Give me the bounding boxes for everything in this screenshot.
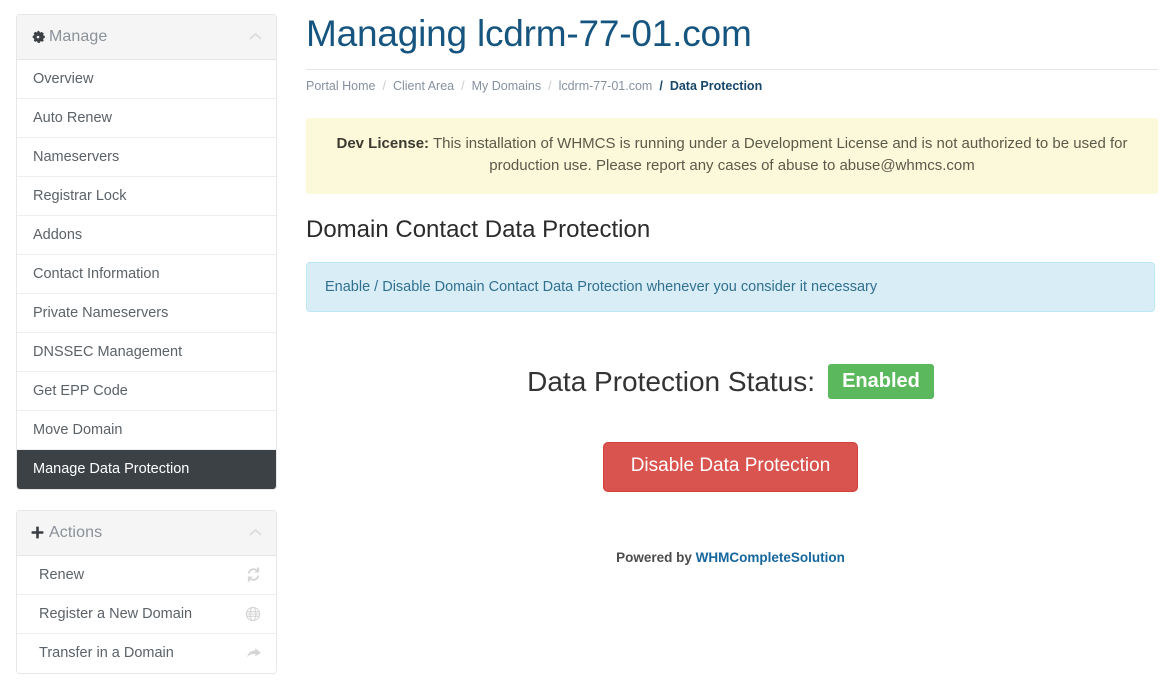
status-line: Data Protection Status: Enabled <box>306 364 1155 400</box>
share-arrow-icon <box>244 644 262 662</box>
sidebar-item-label: Auto Renew <box>33 109 112 126</box>
action-item-label: Transfer in a Domain <box>39 645 174 661</box>
action-item-renew[interactable]: Renew <box>17 556 276 595</box>
disable-data-protection-button[interactable]: Disable Data Protection <box>602 442 859 493</box>
dev-license-prefix: Dev License: <box>336 134 430 152</box>
breadcrumb: Portal Home / Client Area / My Domains / lcdrm… <box>306 70 1158 93</box>
sidebar: Manage Overview Auto Renew Nameservers Regi… <box>16 14 277 692</box>
refresh-icon <box>244 566 262 584</box>
whmcs-domain-management-page: Manage Overview Auto Renew Nameservers Regi… <box>0 0 1170 692</box>
sidebar-item-move-domain[interactable]: Move Domain <box>17 411 276 450</box>
breadcrumb-separator: / <box>382 78 386 93</box>
breadcrumb-item: / My Domains <box>454 79 541 93</box>
action-button-row: Disable Data Protection <box>306 442 1155 493</box>
sidebar-item-label: Contact Information <box>33 265 160 282</box>
sidebar-item-dnssec-management[interactable]: DNSSEC Management <box>17 333 276 372</box>
sidebar-item-label: Registrar Lock <box>33 187 127 204</box>
sidebar-item-label: Nameservers <box>33 148 120 165</box>
section-title: Domain Contact Data Protection <box>306 215 651 243</box>
footer-powered-by: Powered by <box>616 550 696 566</box>
gear-icon <box>31 30 49 44</box>
actions-menu-list: Renew Register a New Domain Transfer in a … <box>17 556 276 673</box>
breadcrumb-link[interactable]: lcdrm-77-01.com <box>559 79 653 93</box>
sidebar-item-label: Private Nameservers <box>33 304 169 321</box>
breadcrumb-item: Portal Home <box>306 79 375 93</box>
action-item-label: Renew <box>39 566 85 583</box>
chevron-up-icon[interactable] <box>248 526 262 540</box>
sidebar-item-label: Get EPP Code <box>33 382 128 399</box>
sidebar-item-manage-data-protection[interactable]: Manage Data Protection <box>17 450 276 489</box>
sidebar-item-nameservers[interactable]: Nameservers <box>17 138 276 177</box>
sidebar-item-label: Addons <box>33 226 83 243</box>
plus-icon <box>31 526 49 539</box>
manage-panel-header[interactable]: Manage <box>17 15 276 60</box>
sidebar-item-registrar-lock[interactable]: Registrar Lock <box>17 177 276 216</box>
actions-panel-header[interactable]: Actions <box>17 511 276 556</box>
dev-license-alert: Dev License: This installation of WHMCS … <box>306 117 1158 194</box>
actions-panel: Actions Renew Register a New Domain Transf… <box>16 510 277 674</box>
main-content: Managing lcdrm-77-01.com Portal Home / Cli… <box>306 0 1158 565</box>
breadcrumb-link[interactable]: Portal Home <box>306 79 375 93</box>
status-block: Data Protection Status: Enabled <box>306 364 1155 400</box>
breadcrumb-link[interactable]: My Domains <box>472 79 541 93</box>
footer: Powered by WHMCompleteSolution <box>306 550 1155 565</box>
info-alert-text: Enable / Disable Domain Contact Data Pro… <box>325 279 878 296</box>
chevron-up-icon[interactable] <box>248 30 262 44</box>
sidebar-item-auto-renew[interactable]: Auto Renew <box>17 99 276 138</box>
sidebar-item-label: DNSSEC Management <box>33 343 183 360</box>
sidebar-item-get-epp-code[interactable]: Get EPP Code <box>17 372 276 411</box>
breadcrumb-item: / Data Protection <box>652 79 762 93</box>
sidebar-item-label: Manage Data Protection <box>33 461 190 477</box>
info-alert: Enable / Disable Domain Contact Data Pro… <box>306 262 1155 313</box>
status-badge: Enabled <box>828 364 934 400</box>
breadcrumb-separator: / <box>659 78 663 93</box>
breadcrumb-item: / Client Area <box>375 79 454 93</box>
actions-panel-title: Actions <box>49 523 103 541</box>
status-label: Data Protection Status: <box>527 365 816 397</box>
manage-panel-title: Manage <box>49 27 108 45</box>
sidebar-item-contact-information[interactable]: Contact Information <box>17 255 276 294</box>
sidebar-item-label: Move Domain <box>33 421 123 438</box>
manage-menu-list: Overview Auto Renew Nameservers Registrar L… <box>17 60 276 489</box>
breadcrumb-current: Data Protection <box>669 78 763 93</box>
whmcs-link[interactable]: WHMCompleteSolution <box>696 550 845 565</box>
breadcrumb-item: / lcdrm-77-01.com <box>541 79 652 93</box>
breadcrumb-separator: / <box>548 78 552 93</box>
action-item-register-a-new-domain[interactable]: Register a New Domain <box>17 595 276 634</box>
dev-license-text: This installation of WHMCS is running un… <box>429 134 1128 175</box>
sidebar-item-addons[interactable]: Addons <box>17 216 276 255</box>
sidebar-item-overview[interactable]: Overview <box>17 60 276 99</box>
sidebar-item-private-nameservers[interactable]: Private Nameservers <box>17 294 276 333</box>
breadcrumb-link[interactable]: Client Area <box>393 79 454 93</box>
sidebar-item-label: Overview <box>33 70 94 87</box>
globe-icon <box>244 605 262 623</box>
action-item-transfer-in-a-domain[interactable]: Transfer in a Domain <box>17 634 276 673</box>
breadcrumb-separator: / <box>461 78 465 93</box>
manage-panel: Manage Overview Auto Renew Nameservers Regi… <box>16 14 277 490</box>
action-item-label: Register a New Domain <box>39 605 193 622</box>
page-title: Managing lcdrm-77-01.com <box>306 13 1158 70</box>
